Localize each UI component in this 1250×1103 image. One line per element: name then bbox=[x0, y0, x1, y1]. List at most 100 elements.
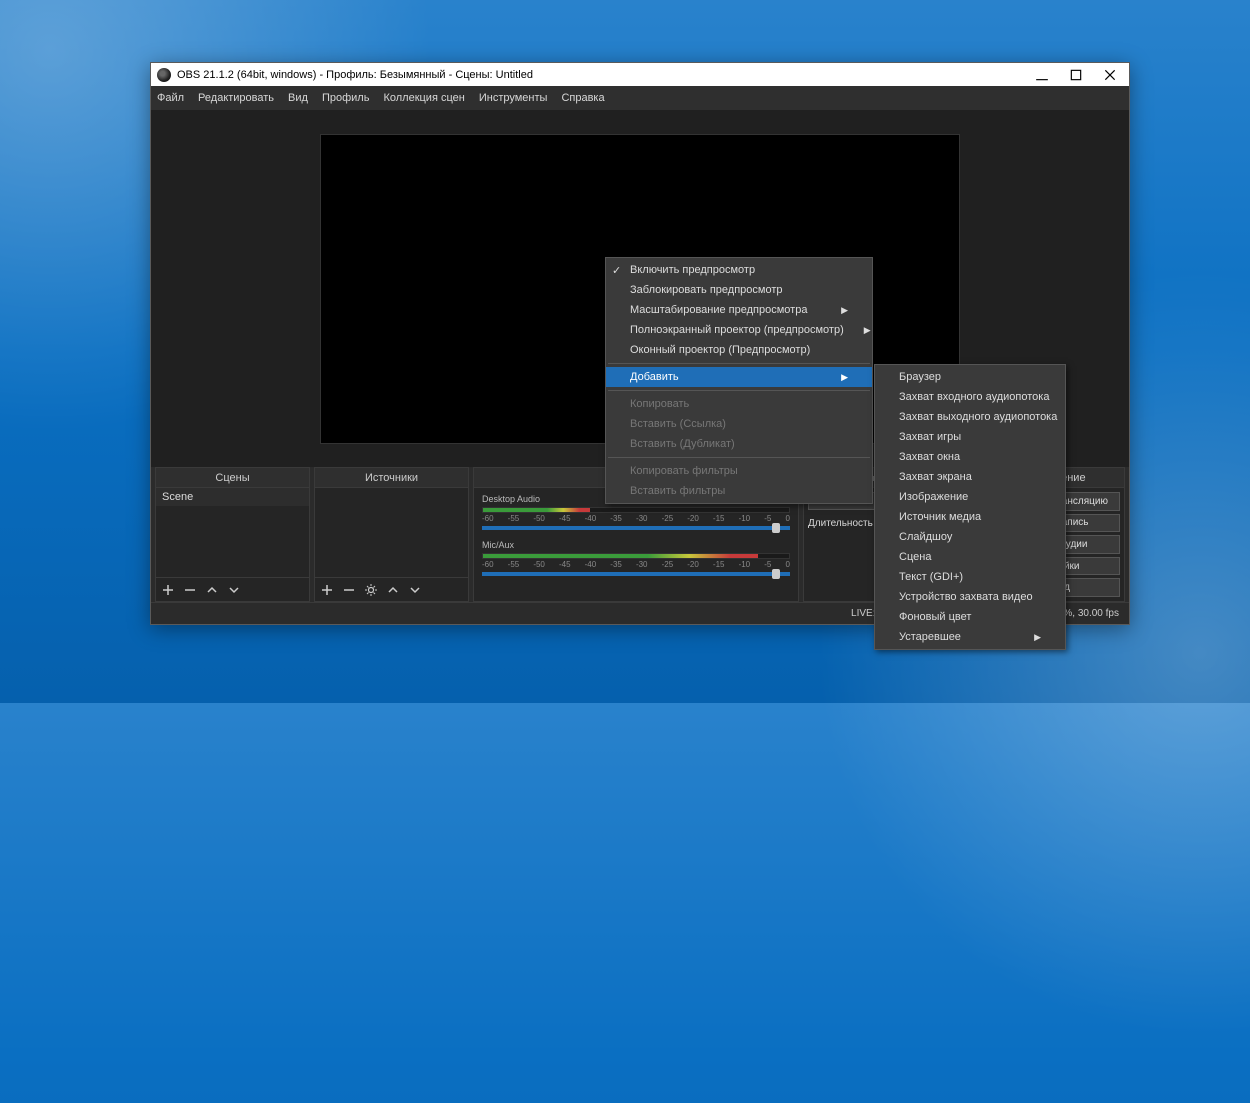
move-scene-up-button[interactable] bbox=[204, 582, 220, 598]
obs-window: OBS 21.1.2 (64bit, windows) - Профиль: Б… bbox=[150, 62, 1130, 625]
slider-thumb[interactable] bbox=[772, 523, 780, 533]
context-sub-item[interactable]: Слайдшоу bbox=[875, 527, 1065, 547]
context-main-item: Копировать фильтры bbox=[606, 461, 872, 481]
context-sub-item[interactable]: Захват экрана bbox=[875, 467, 1065, 487]
context-menu-separator bbox=[608, 363, 870, 364]
context-sub-item[interactable]: Источник медиа bbox=[875, 507, 1065, 527]
context-menu-label: Захват входного аудиопотока bbox=[899, 391, 1049, 403]
menu-tools[interactable]: Инструменты bbox=[479, 92, 548, 104]
audio-meter bbox=[482, 507, 790, 513]
context-menu-label: Копировать фильтры bbox=[630, 465, 738, 477]
meter-ticks: -60-55-50-45-40-35-30-25-20-15-10-50 bbox=[482, 560, 790, 569]
context-menu-separator bbox=[608, 390, 870, 391]
context-main-item[interactable]: Полноэкранный проектор (предпросмотр)▶ bbox=[606, 320, 872, 340]
scenes-panel: Сцены Scene bbox=[155, 467, 310, 602]
scenes-header: Сцены bbox=[156, 468, 309, 488]
context-sub-item[interactable]: Сцена bbox=[875, 547, 1065, 567]
add-scene-button[interactable] bbox=[160, 582, 176, 598]
close-button[interactable] bbox=[1103, 68, 1117, 82]
menu-profile[interactable]: Профиль bbox=[322, 92, 370, 104]
obs-logo-icon bbox=[157, 68, 171, 82]
context-sub-item[interactable]: Текст (GDI+) bbox=[875, 567, 1065, 587]
menu-help[interactable]: Справка bbox=[561, 92, 604, 104]
context-main-item[interactable]: Добавить ▶ bbox=[606, 367, 872, 387]
volume-slider[interactable] bbox=[482, 572, 790, 576]
context-menu-label: Полноэкранный проектор (предпросмотр) bbox=[630, 324, 844, 336]
move-source-down-button[interactable] bbox=[407, 582, 423, 598]
context-menu-separator bbox=[608, 457, 870, 458]
move-source-up-button[interactable] bbox=[385, 582, 401, 598]
context-sub-item[interactable]: Захват выходного аудиопотока bbox=[875, 407, 1065, 427]
context-menu-label: Вставить (Дубликат) bbox=[630, 438, 735, 450]
context-sub-item[interactable]: Устаревшее ▶ bbox=[875, 627, 1065, 647]
context-sub-item[interactable]: Фоновый цвет bbox=[875, 607, 1065, 627]
menu-file[interactable]: Файл bbox=[157, 92, 184, 104]
context-menu-label: Фоновый цвет bbox=[899, 611, 971, 623]
context-main-item[interactable]: Масштабирование предпросмотра ▶ bbox=[606, 300, 872, 320]
context-main-item[interactable]: Оконный проектор (Предпросмотр) bbox=[606, 340, 872, 360]
duration-label: Длительность bbox=[808, 518, 873, 529]
context-main-item: Копировать bbox=[606, 394, 872, 414]
maximize-button[interactable] bbox=[1069, 68, 1083, 82]
context-menu-label: Масштабирование предпросмотра bbox=[630, 304, 807, 316]
remove-source-button[interactable] bbox=[341, 582, 357, 598]
move-scene-down-button[interactable] bbox=[226, 582, 242, 598]
add-source-button[interactable] bbox=[319, 582, 335, 598]
context-menu-main: ✓ Включить предпросмотр Заблокировать пред… bbox=[605, 257, 873, 504]
context-main-item[interactable]: ✓ Включить предпросмотр bbox=[606, 260, 872, 280]
remove-scene-button[interactable] bbox=[182, 582, 198, 598]
context-menu-label: Оконный проектор (Предпросмотр) bbox=[630, 344, 810, 356]
context-sub-item[interactable]: Изображение bbox=[875, 487, 1065, 507]
sources-panel: Источники bbox=[314, 467, 469, 602]
minimize-button[interactable] bbox=[1035, 68, 1049, 82]
context-sub-item[interactable]: Захват входного аудиопотока bbox=[875, 387, 1065, 407]
sources-header: Источники bbox=[315, 468, 468, 488]
context-sub-item[interactable]: Захват окна bbox=[875, 447, 1065, 467]
context-menu-label: Устройство захвата видео bbox=[899, 591, 1033, 603]
source-properties-button[interactable] bbox=[363, 582, 379, 598]
context-menu-label: Добавить bbox=[630, 371, 679, 383]
titlebar[interactable]: OBS 21.1.2 (64bit, windows) - Профиль: Б… bbox=[151, 63, 1129, 86]
context-menu-label: Устаревшее bbox=[899, 631, 961, 643]
slider-thumb[interactable] bbox=[772, 569, 780, 579]
check-icon: ✓ bbox=[612, 264, 621, 277]
menu-edit[interactable]: Редактировать bbox=[198, 92, 274, 104]
submenu-arrow-icon: ▶ bbox=[1014, 632, 1041, 643]
context-menu-label: Захват игры bbox=[899, 431, 961, 443]
context-menu-label: Источник медиа bbox=[899, 511, 981, 523]
submenu-arrow-icon: ▶ bbox=[821, 305, 848, 316]
context-menu-label: Сцена bbox=[899, 551, 931, 563]
context-main-item: Вставить (Дубликат) bbox=[606, 434, 872, 454]
context-menu-label: Вставить фильтры bbox=[630, 485, 725, 497]
mixer-channel-mic: Mic/Aux -60-55-50-45-40-35-30-25-20-15-1… bbox=[482, 540, 790, 576]
context-sub-item[interactable]: Браузер bbox=[875, 367, 1065, 387]
context-menu-label: Вставить (Ссылка) bbox=[630, 418, 726, 430]
submenu-arrow-icon: ▶ bbox=[844, 325, 871, 336]
context-menu-label: Захват экрана bbox=[899, 471, 972, 483]
submenu-arrow-icon: ▶ bbox=[821, 372, 848, 383]
menu-view[interactable]: Вид bbox=[288, 92, 308, 104]
window-title: OBS 21.1.2 (64bit, windows) - Профиль: Б… bbox=[177, 69, 533, 81]
context-menu-label: Захват окна bbox=[899, 451, 960, 463]
context-menu-label: Слайдшоу bbox=[899, 531, 952, 543]
audio-meter bbox=[482, 553, 790, 559]
context-main-item: Вставить фильтры bbox=[606, 481, 872, 501]
context-menu-label: Изображение bbox=[899, 491, 968, 503]
context-menu-add-source: Браузер Захват входного аудиопотока Захват… bbox=[874, 364, 1066, 650]
context-menu-label: Копировать bbox=[630, 398, 689, 410]
menubar: Файл Редактировать Вид Профиль Коллекция… bbox=[151, 86, 1129, 110]
context-sub-item[interactable]: Устройство захвата видео bbox=[875, 587, 1065, 607]
context-main-item[interactable]: Заблокировать предпросмотр bbox=[606, 280, 872, 300]
context-menu-label: Браузер bbox=[899, 371, 941, 383]
context-sub-item[interactable]: Захват игры bbox=[875, 427, 1065, 447]
meter-ticks: -60-55-50-45-40-35-30-25-20-15-10-50 bbox=[482, 514, 790, 523]
context-menu-label: Текст (GDI+) bbox=[899, 571, 963, 583]
context-menu-label: Включить предпросмотр bbox=[630, 264, 755, 276]
context-main-item: Вставить (Ссылка) bbox=[606, 414, 872, 434]
context-menu-label: Захват выходного аудиопотока bbox=[899, 411, 1057, 423]
volume-slider[interactable] bbox=[482, 526, 790, 530]
channel-label: Mic/Aux bbox=[482, 540, 790, 550]
scene-item[interactable]: Scene bbox=[156, 488, 309, 506]
context-menu-label: Заблокировать предпросмотр bbox=[630, 284, 783, 296]
menu-scene-collection[interactable]: Коллекция сцен bbox=[383, 92, 464, 104]
